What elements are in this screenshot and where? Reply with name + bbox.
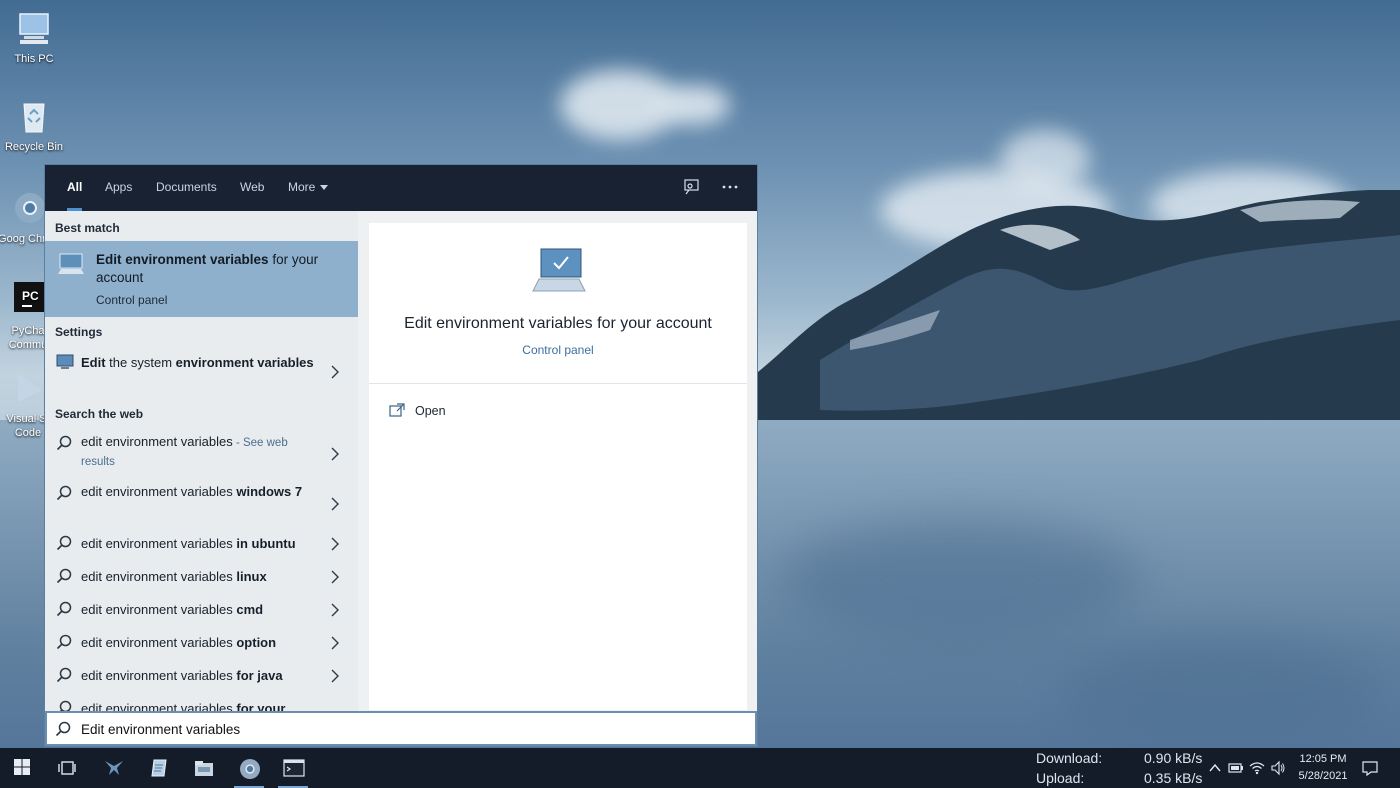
taskbar-app-notes[interactable] [136, 748, 182, 788]
start-button[interactable] [0, 748, 46, 788]
game-launcher-icon [105, 761, 123, 775]
taskbar-app-file-explorer[interactable] [180, 748, 226, 788]
web-result-label: edit environment variables option [81, 635, 277, 650]
web-result[interactable]: edit environment variables cmd [45, 599, 358, 627]
settings-result-system-env[interactable]: Edit the system environment variables [45, 349, 358, 393]
chevron-right-icon [331, 497, 339, 511]
desktop-icon-this-pc[interactable]: This PC [0, 8, 70, 66]
network-upload-label: Upload: [1036, 770, 1085, 786]
web-result[interactable]: edit environment variables option [45, 632, 358, 660]
chevron-right-icon [331, 669, 339, 683]
taskbar-app-chrome[interactable] [226, 748, 272, 788]
chrome-icon [8, 188, 48, 228]
settings-result-label: Edit the system environment variables [81, 355, 314, 370]
section-label-best-match: Best match [55, 221, 120, 235]
tab-apps[interactable]: Apps [105, 165, 132, 211]
chevron-right-icon [331, 636, 339, 650]
pycharm-icon: PC [8, 280, 48, 320]
search-results-list: Best match Edit environment variables fo… [45, 211, 358, 711]
feedback-icon[interactable] [682, 178, 702, 198]
best-match-title: Edit environment variables for your acco… [96, 252, 319, 285]
tab-more[interactable]: More [288, 165, 329, 211]
section-label-settings: Settings [55, 325, 103, 339]
chevron-right-icon [331, 603, 339, 617]
search-icon [56, 435, 72, 451]
vscode-icon [8, 368, 48, 408]
web-result-label: edit environment variables - See web res… [81, 434, 288, 468]
tab-documents[interactable]: Documents [156, 165, 217, 211]
search-icon [56, 601, 72, 617]
web-result[interactable]: edit environment variables for java [45, 665, 358, 693]
volume-icon[interactable] [1270, 760, 1286, 776]
windows-logo-icon [14, 759, 30, 775]
folder-icon [195, 761, 213, 776]
chevron-right-icon [331, 365, 339, 379]
battery-icon[interactable] [1228, 760, 1244, 776]
notes-app-icon [151, 759, 167, 777]
notifications-icon[interactable] [1362, 760, 1378, 776]
web-result-label: edit environment variables cmd [81, 602, 264, 617]
search-input[interactable] [81, 717, 721, 741]
search-icon [56, 634, 72, 650]
web-result[interactable]: edit environment variables in ubuntu [45, 533, 358, 561]
network-download-value: 0.90 kB/s [1144, 750, 1203, 766]
chevron-right-icon [331, 537, 339, 551]
search-icon [56, 568, 72, 584]
chevron-up-icon[interactable] [1207, 760, 1223, 776]
web-result[interactable]: edit environment variables linux [45, 566, 358, 594]
chrome-icon [240, 759, 260, 779]
web-result-label: edit environment variables for your [81, 701, 286, 711]
network-upload-value: 0.35 kB/s [1144, 770, 1203, 786]
search-box[interactable] [45, 711, 757, 746]
search-icon [56, 535, 72, 551]
chevron-down-icon [320, 185, 329, 191]
taskbar-app-game[interactable] [90, 748, 136, 788]
search-icon [56, 667, 72, 683]
web-result-label: edit environment variables in ubuntu [81, 536, 296, 551]
wifi-icon[interactable] [1249, 760, 1265, 776]
computer-icon [14, 8, 54, 48]
preview-title: Edit environment variables for your acco… [404, 315, 712, 332]
tab-all[interactable]: All [67, 165, 83, 211]
desktop-icon-label: This PC [14, 53, 54, 65]
search-icon [59, 700, 72, 711]
network-download-label: Download: [1036, 750, 1103, 766]
open-external-icon [389, 403, 405, 417]
clock-time[interactable]: 12:05 PM [1290, 753, 1356, 765]
web-result[interactable]: edit environment variables for your [45, 698, 358, 711]
best-match-subtitle: Control panel [96, 293, 168, 307]
control-panel-icon [58, 253, 84, 274]
chevron-right-icon [331, 570, 339, 584]
desktop-icon-recycle-bin[interactable]: Recycle Bin [0, 96, 70, 154]
chevron-right-icon [331, 447, 339, 461]
start-search-panel: All Apps Documents Web More Best match E… [44, 164, 758, 747]
section-label-search-web: Search the web [55, 407, 144, 421]
search-icon [56, 485, 72, 501]
recycle-bin-icon [14, 96, 54, 136]
taskbar: Download: 0.90 kB/s Upload: 0.35 kB/s 12… [0, 748, 1400, 788]
search-icon [55, 721, 71, 737]
best-match-result[interactable]: Edit environment variables for your acco… [45, 241, 358, 317]
taskbar-app-terminal[interactable] [270, 748, 316, 788]
terminal-icon [283, 759, 305, 777]
monitor-settings-icon [56, 354, 74, 369]
task-view-icon [58, 761, 76, 775]
clock-date[interactable]: 5/28/2021 [1290, 770, 1356, 782]
search-filter-tabs: All Apps Documents Web More [45, 165, 757, 211]
web-result[interactable]: edit environment variables - See web res… [45, 429, 358, 473]
web-result-label: edit environment variables linux [81, 569, 267, 584]
web-result-label: edit environment variables windows 7 [81, 484, 303, 499]
control-panel-large-icon [532, 248, 586, 292]
open-action-label: Open [415, 404, 446, 418]
svg-text:PC: PC [22, 289, 39, 303]
preview-divider [369, 383, 747, 384]
task-view-button[interactable] [44, 748, 90, 788]
web-result[interactable]: edit environment variables windows 7 [45, 479, 358, 523]
web-result-label: edit environment variables for java [81, 668, 283, 683]
tab-web[interactable]: Web [240, 165, 264, 211]
preview-subtitle[interactable]: Control panel [369, 343, 747, 357]
more-options-icon[interactable] [720, 178, 740, 198]
desktop-icon-label: Recycle Bin [4, 141, 64, 153]
result-preview-pane: Edit environment variables for your acco… [369, 223, 747, 710]
